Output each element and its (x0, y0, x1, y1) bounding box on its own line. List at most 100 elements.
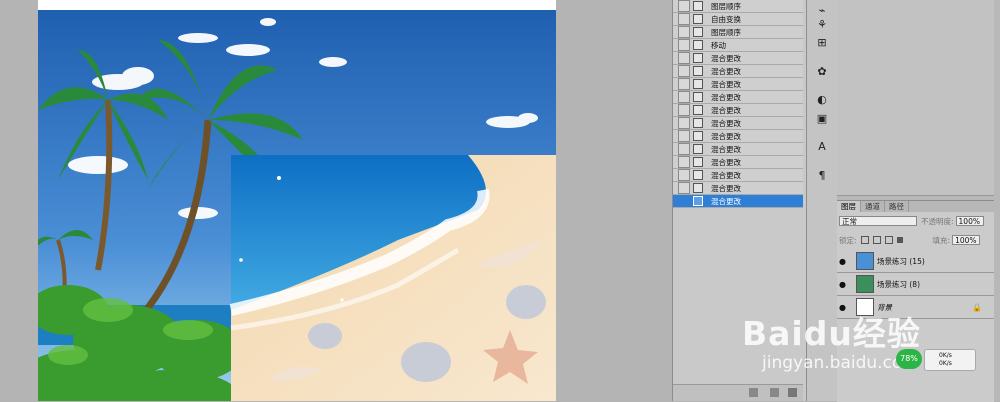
layer-row[interactable]: ● 场景练习 (15) (837, 250, 994, 273)
blend-row: 正常 不透明度: 100% (839, 215, 992, 227)
history-item-label: 混合更改 (711, 144, 741, 154)
history-snapshot-checkbox[interactable] (678, 143, 690, 155)
history-item[interactable]: 混合更改 (673, 65, 803, 78)
blend-mode-select[interactable]: 正常 (839, 216, 917, 226)
network-speed-widget[interactable]: 78% 0K/s 0K/s (896, 345, 976, 373)
history-snapshot-checkbox[interactable] (678, 104, 690, 116)
document-icon (693, 79, 703, 89)
history-item[interactable]: 混合更改 (673, 117, 803, 130)
beach-artwork (38, 10, 556, 401)
character-icon[interactable]: A (814, 139, 830, 153)
history-snapshot-checkbox[interactable] (678, 26, 690, 38)
eye-icon[interactable]: ● (837, 250, 848, 272)
canvas-area[interactable] (0, 0, 672, 401)
layer-thumbnail (856, 275, 874, 293)
layer-name: 场景练习 (15) (877, 256, 925, 266)
document-icon (693, 1, 703, 11)
history-item[interactable]: 自由变换 (673, 13, 803, 26)
new-doc-from-state-icon[interactable] (749, 388, 758, 397)
history-item[interactable]: 混合更改 (673, 130, 803, 143)
history-item[interactable]: 混合更改 (673, 169, 803, 182)
new-snapshot-icon[interactable] (770, 388, 779, 397)
speed-down: 0K/s (939, 360, 952, 367)
lock-all-icon[interactable] (896, 237, 903, 243)
lock-transparent-icon[interactable] (860, 236, 869, 244)
document-icon (693, 170, 703, 180)
history-item-label: 混合更改 (711, 92, 741, 102)
fill-label: 填充: (932, 235, 951, 245)
history-item-label: 混合更改 (711, 53, 741, 63)
history-item[interactable]: 移动 (673, 39, 803, 52)
mask-icon[interactable]: ▣ (814, 111, 830, 125)
layer-row[interactable]: ● 场景练习 (8) (837, 273, 994, 296)
trash-icon[interactable] (788, 388, 797, 397)
history-item[interactable]: 混合更改 (673, 52, 803, 65)
history-item[interactable]: 混合更改 (673, 143, 803, 156)
opacity-field[interactable]: 100% (955, 216, 984, 226)
history-snapshot-checkbox[interactable] (678, 169, 690, 181)
history-snapshot-checkbox[interactable] (678, 182, 690, 194)
document-icon (693, 53, 703, 63)
adjustments-icon[interactable]: ◐ (814, 92, 830, 106)
history-item-label: 混合更改 (711, 170, 741, 180)
history-item[interactable]: 混合更改 (673, 91, 803, 104)
history-item[interactable]: 混合更改 (673, 156, 803, 169)
tab-channels[interactable]: 通道 (861, 201, 885, 212)
document-icon (693, 144, 703, 154)
history-snapshot-checkbox[interactable] (678, 13, 690, 25)
history-item[interactable]: 图层顺序 (673, 0, 803, 13)
tool-presets-icon[interactable]: ⊞ (814, 35, 830, 49)
history-snapshot-checkbox[interactable] (678, 130, 690, 142)
speed-panel: 0K/s 0K/s (924, 349, 976, 371)
color-swatch-icon[interactable]: ✿ (814, 64, 830, 78)
history-item-label: 图层顺序 (711, 1, 741, 11)
lock-label: 锁定: (839, 235, 857, 245)
history-item-label: 混合更改 (711, 118, 741, 128)
document-icon (693, 183, 703, 193)
history-snapshot-checkbox[interactable] (678, 91, 690, 103)
tab-paths[interactable]: 路径 (885, 201, 909, 212)
document-icon (693, 14, 703, 24)
layer-name: 场景练习 (8) (877, 279, 921, 289)
history-item-label: 混合更改 (711, 196, 741, 206)
history-item-label: 移动 (711, 40, 726, 50)
document-icon (693, 196, 703, 206)
upper-panel (837, 0, 994, 196)
history-snapshot-checkbox[interactable] (678, 65, 690, 77)
history-item-label: 图层顺序 (711, 27, 741, 37)
lock-pixels-icon[interactable] (872, 236, 881, 244)
history-snapshot-checkbox[interactable] (678, 156, 690, 168)
document-icon (693, 66, 703, 76)
clone-source-icon[interactable]: ⚘ (814, 17, 830, 31)
history-snapshot-checkbox[interactable] (678, 117, 690, 129)
history-snapshot-checkbox[interactable] (678, 52, 690, 64)
history-item[interactable]: 混合更改 (673, 78, 803, 91)
lock-position-icon[interactable] (884, 236, 893, 244)
fill-field[interactable]: 100% (952, 235, 981, 245)
document-canvas[interactable] (38, 0, 556, 401)
speed-up: 0K/s (939, 352, 952, 359)
history-item-label: 混合更改 (711, 157, 741, 167)
move-icon (693, 40, 703, 50)
paragraph-icon[interactable]: ¶ (814, 168, 830, 182)
history-snapshot-checkbox[interactable] (678, 195, 690, 207)
eye-icon[interactable]: ● (837, 273, 848, 295)
lock-row: 锁定: 填充: 100% (839, 234, 992, 246)
brush-preset-icon[interactable]: ⌁ (814, 3, 830, 17)
history-snapshot-checkbox[interactable] (678, 78, 690, 90)
history-item-label: 自由变换 (711, 14, 741, 24)
layers-tab-bar: 图层 通道 路径 (837, 201, 994, 212)
history-item-label: 混合更改 (711, 66, 741, 76)
history-footer (673, 384, 803, 401)
history-item[interactable]: 图层顺序 (673, 26, 803, 39)
document-icon (693, 118, 703, 128)
history-item[interactable]: 混合更改 (673, 182, 803, 195)
tab-layers[interactable]: 图层 (837, 201, 861, 212)
history-snapshot-checkbox[interactable] (678, 39, 690, 51)
speed-percent-badge: 78% (896, 349, 922, 369)
history-item[interactable]: 混合更改 (673, 195, 803, 208)
document-icon (693, 92, 703, 102)
history-snapshot-checkbox[interactable] (678, 0, 690, 12)
history-item[interactable]: 混合更改 (673, 104, 803, 117)
baidu-watermark-logo: Baidu经验 (742, 314, 921, 353)
